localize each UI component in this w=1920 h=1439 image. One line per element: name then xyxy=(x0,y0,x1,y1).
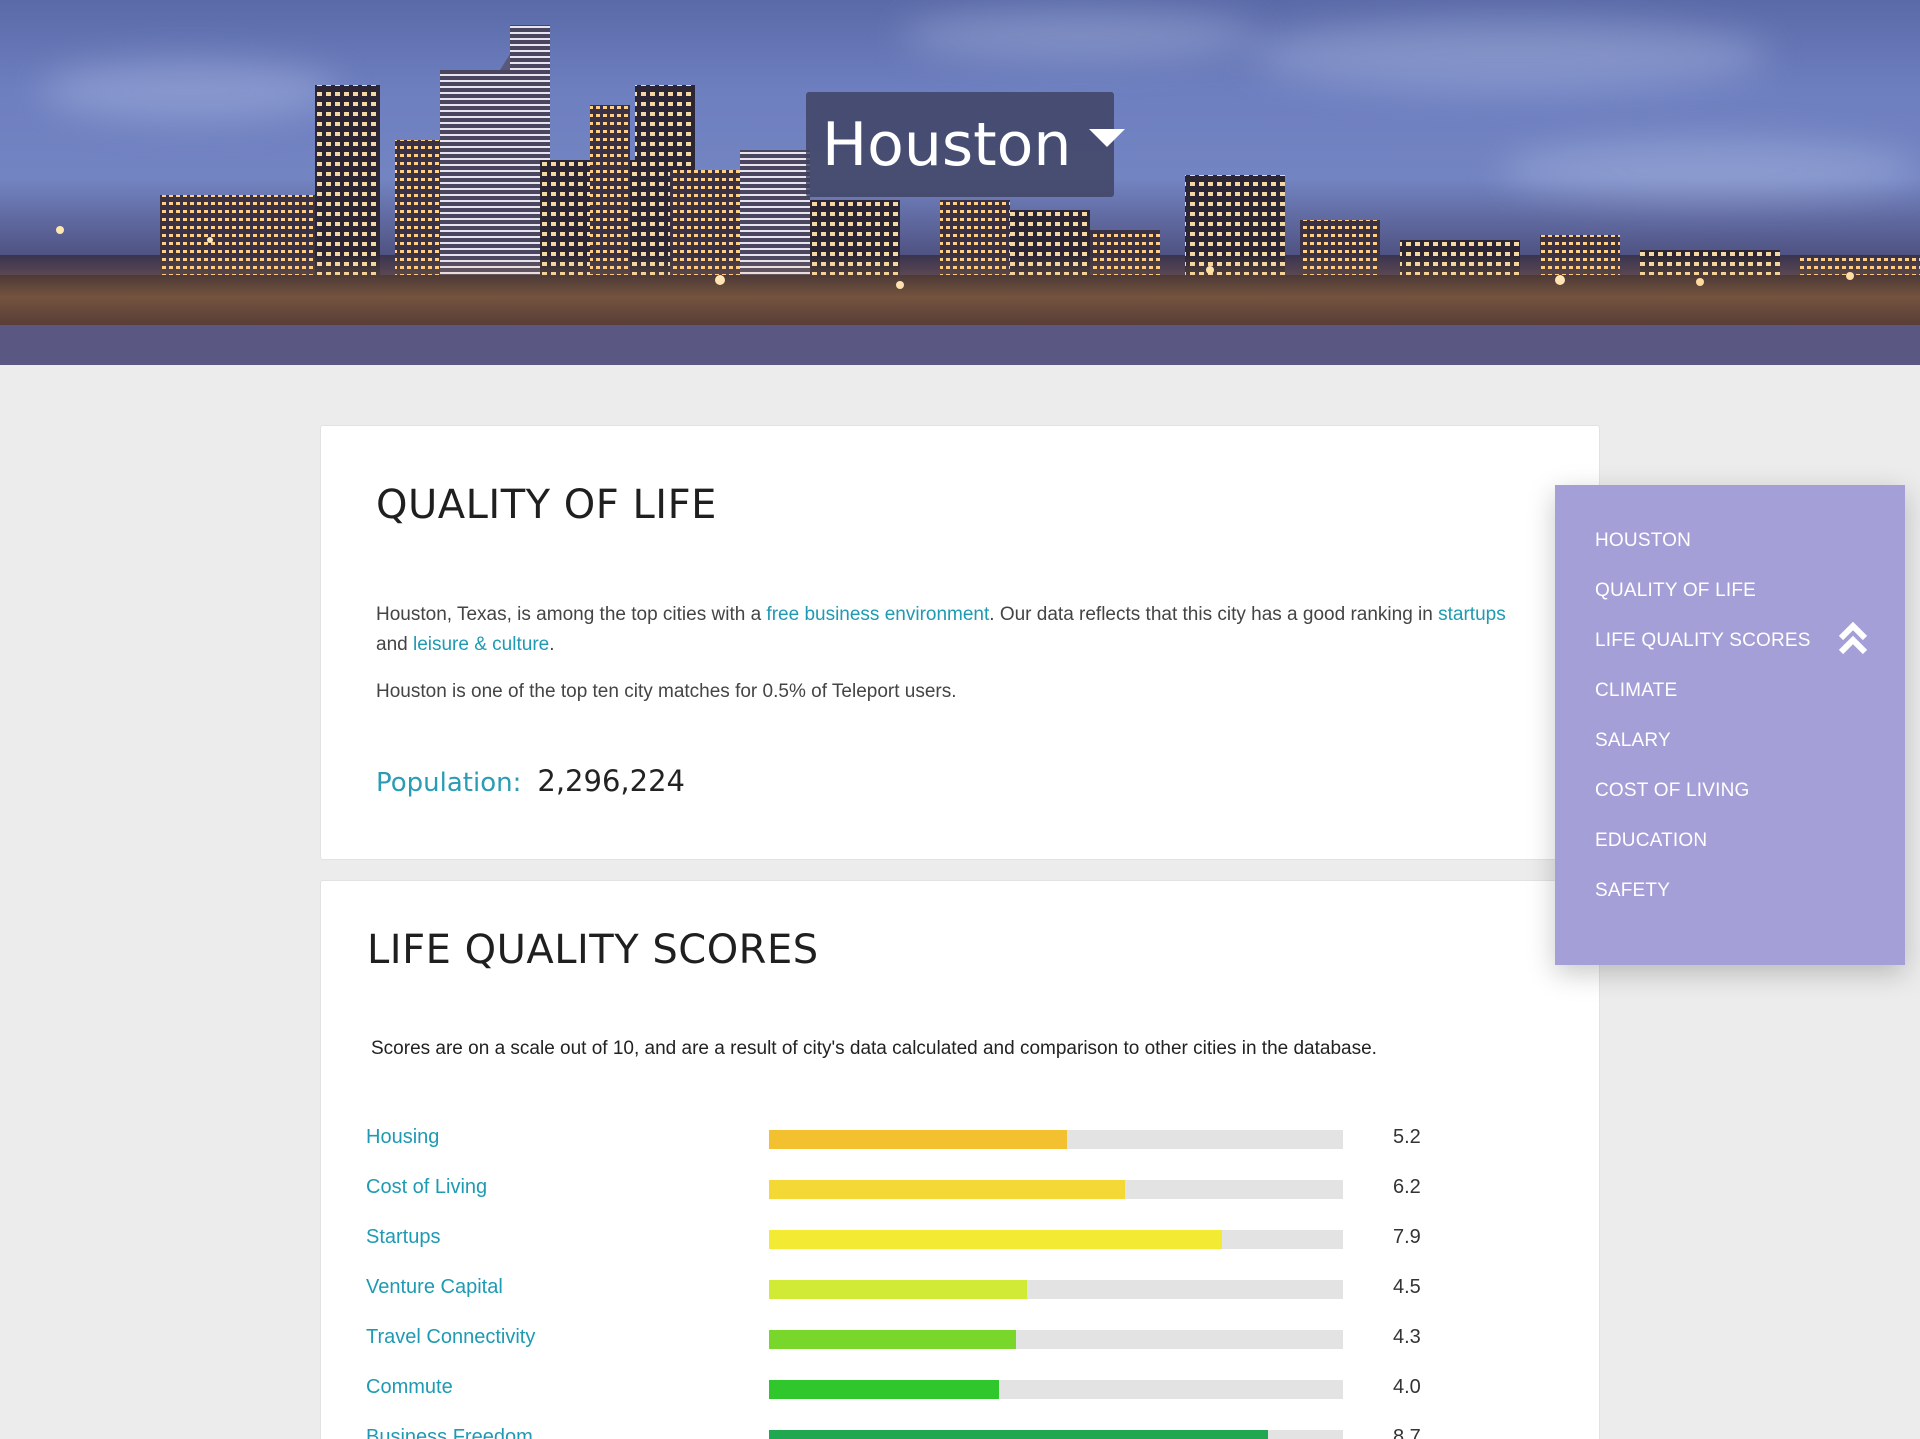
score-bar-fill xyxy=(769,1430,1269,1439)
quality-of-life-card: QUALITY OF LIFE Houston, Texas, is among… xyxy=(320,425,1600,860)
free-business-environment-link[interactable]: free business environment xyxy=(766,604,989,625)
intro-text: . Our data reflects that this city has a… xyxy=(989,604,1439,625)
population-value: 2,296,224 xyxy=(537,764,685,798)
score-value: 5.2 xyxy=(1393,1126,1421,1148)
score-row: Venture Capital 4.5 xyxy=(366,1274,1466,1304)
score-bar-fill xyxy=(769,1380,999,1399)
score-bar-fill xyxy=(769,1130,1068,1149)
city-selector-dropdown[interactable]: Houston xyxy=(806,92,1126,197)
section-side-nav: HOUSTON QUALITY OF LIFE LIFE QUALITY SCORE… xyxy=(1555,485,1905,965)
nav-item-life-quality-scores[interactable]: LIFE QUALITY SCORES xyxy=(1595,628,1811,678)
score-label[interactable]: Venture Capital xyxy=(366,1276,503,1299)
life-quality-scores-card: LIFE QUALITY SCORES Scores are on a scal… xyxy=(320,880,1600,1439)
score-value: 4.0 xyxy=(1393,1376,1421,1398)
quality-of-life-title: QUALITY OF LIFE xyxy=(376,482,717,528)
score-value: 4.3 xyxy=(1393,1326,1421,1348)
life-quality-scores-title: LIFE QUALITY SCORES xyxy=(367,927,819,973)
score-bar-fill xyxy=(769,1280,1028,1299)
intro-text: . xyxy=(549,634,555,655)
population-label: Population: xyxy=(376,768,522,798)
score-label[interactable]: Commute xyxy=(366,1376,453,1399)
score-value: 4.5 xyxy=(1393,1276,1421,1298)
top-matches-text: Houston is one of the top ten city match… xyxy=(376,681,957,702)
score-bar-track xyxy=(769,1430,1343,1439)
nav-item-education[interactable]: EDUCATION xyxy=(1595,828,1811,878)
score-bar-track xyxy=(769,1230,1343,1249)
score-bar-fill xyxy=(769,1180,1125,1199)
score-label[interactable]: Business Freedom xyxy=(366,1426,533,1439)
score-bar-fill xyxy=(769,1230,1223,1249)
intro-text: Houston, Texas, is among the top cities … xyxy=(376,604,767,625)
score-value: 7.9 xyxy=(1393,1226,1421,1248)
nav-item-cost-of-living[interactable]: COST OF LIVING xyxy=(1595,778,1811,828)
nav-item-salary[interactable]: SALARY xyxy=(1595,728,1811,778)
score-bar-track xyxy=(769,1130,1343,1149)
score-bar-track xyxy=(769,1280,1343,1299)
score-label[interactable]: Travel Connectivity xyxy=(366,1326,535,1349)
score-label[interactable]: Housing xyxy=(366,1126,439,1149)
score-value: 8.7 xyxy=(1393,1426,1421,1439)
score-row: Business Freedom 8.7 xyxy=(366,1424,1466,1439)
score-row: Housing 5.2 xyxy=(366,1124,1466,1154)
double-chevron-up-icon[interactable] xyxy=(1837,621,1869,657)
score-row: Startups 7.9 xyxy=(366,1224,1466,1254)
score-bar-fill xyxy=(769,1330,1016,1349)
caret-down-icon xyxy=(1089,128,1126,147)
score-value: 6.2 xyxy=(1393,1176,1421,1198)
nav-item-climate[interactable]: CLIMATE xyxy=(1595,678,1811,728)
startups-link[interactable]: startups xyxy=(1438,604,1506,625)
score-bar-track xyxy=(769,1180,1343,1199)
section-nav-list: HOUSTON QUALITY OF LIFE LIFE QUALITY SCORE… xyxy=(1595,528,1811,928)
scores-description: Scores are on a scale out of 10, and are… xyxy=(371,1038,1377,1059)
quality-of-life-intro: Houston, Texas, is among the top cities … xyxy=(376,600,1516,660)
score-bar-track xyxy=(769,1380,1343,1399)
score-row: Commute 4.0 xyxy=(366,1374,1466,1404)
intro-text: and xyxy=(376,634,413,655)
score-label[interactable]: Startups xyxy=(366,1226,440,1249)
nav-item-safety[interactable]: SAFETY xyxy=(1595,878,1811,928)
city-name: Houston xyxy=(822,109,1072,180)
score-label[interactable]: Cost of Living xyxy=(366,1176,487,1199)
population-stat: Population: 2,296,224 xyxy=(376,764,685,798)
leisure-culture-link[interactable]: leisure & culture xyxy=(413,634,549,655)
nav-item-quality-of-life[interactable]: QUALITY OF LIFE xyxy=(1595,578,1811,628)
score-row: Cost of Living 6.2 xyxy=(366,1174,1466,1204)
nav-item-houston[interactable]: HOUSTON xyxy=(1595,528,1811,578)
score-bar-track xyxy=(769,1330,1343,1349)
hero-band xyxy=(0,325,1920,365)
score-row: Travel Connectivity 4.3 xyxy=(366,1324,1466,1354)
